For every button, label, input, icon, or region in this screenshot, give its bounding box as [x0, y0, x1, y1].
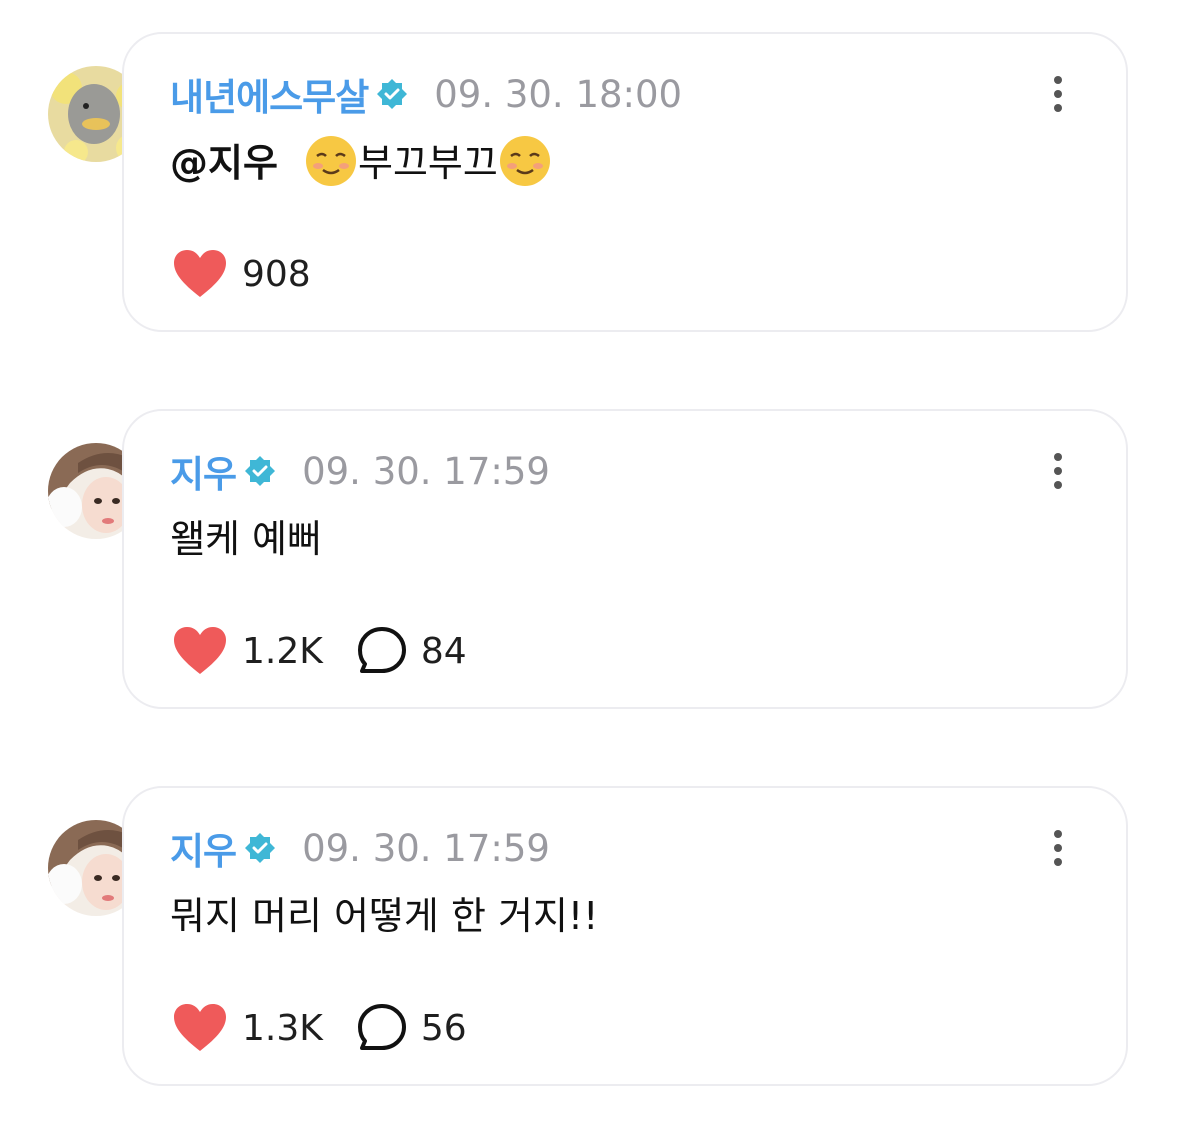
like-count: 1.2K [242, 630, 323, 672]
verified-badge-icon [377, 79, 408, 109]
like-count: 908 [242, 253, 311, 295]
author-name[interactable]: 지우 [170, 821, 237, 875]
comment-actions: 908 [172, 246, 311, 302]
smiling-face-emoji [306, 136, 357, 186]
more-options-icon[interactable] [1046, 74, 1070, 114]
speech-bubble-icon [357, 627, 406, 673]
heart-icon [174, 1004, 226, 1051]
speech-bubble-icon [357, 1004, 406, 1050]
more-options-icon[interactable] [1046, 828, 1070, 868]
heart-icon [174, 250, 226, 297]
like-button[interactable]: 1.3K [172, 1003, 323, 1053]
like-button[interactable]: 908 [172, 249, 311, 299]
comment-text: @지우 부끄부끄 [170, 134, 552, 191]
comment-card: 내년에스무살 09. 30. 18:00 @지우 부끄부끄 908 [122, 32, 1128, 332]
timestamp: 09. 30. 18:00 [434, 72, 683, 116]
like-button[interactable]: 1.2K [172, 626, 323, 676]
timestamp: 09. 30. 17:59 [302, 449, 550, 493]
mention-link[interactable]: @지우 [170, 141, 278, 185]
smiling-face-emoji [499, 136, 550, 186]
comment-text: 뭐지 머리 어떻게 한 거지!! [170, 888, 598, 944]
author-name[interactable]: 지우 [170, 444, 237, 498]
heart-icon [174, 627, 226, 674]
reply-button[interactable]: 84 [357, 626, 467, 676]
comment-body: 부끄부끄 [358, 141, 498, 185]
author-name[interactable]: 내년에스무살 [170, 67, 369, 121]
verified-badge-icon [245, 833, 276, 863]
comment-header: 내년에스무살 09. 30. 18:00 [170, 72, 683, 120]
comment-actions: 1.3K 56 [172, 1000, 467, 1056]
comment-body: 뭐지 머리 어떻게 한 거지!! [170, 894, 599, 938]
verified-badge-icon [245, 456, 276, 486]
like-count: 1.3K [242, 1007, 323, 1049]
reply-count: 56 [420, 1007, 467, 1049]
comment-body: 왤케 예뻐 [170, 517, 322, 561]
comment-actions: 1.2K 84 [172, 623, 467, 679]
comment-card: 지우 09. 30. 17:59 뭐지 머리 어떻게 한 거지!! 1.3K 5… [122, 786, 1128, 1086]
more-options-icon[interactable] [1046, 451, 1070, 491]
comment-text: 왤케 예뻐 [170, 511, 322, 567]
reply-count: 84 [420, 630, 467, 672]
comment-header: 지우 09. 30. 17:59 [170, 449, 550, 497]
timestamp: 09. 30. 17:59 [302, 826, 550, 870]
comment-header: 지우 09. 30. 17:59 [170, 826, 550, 874]
reply-button[interactable]: 56 [357, 1003, 467, 1053]
comment-card: 지우 09. 30. 17:59 왤케 예뻐 1.2K 84 [122, 409, 1128, 709]
